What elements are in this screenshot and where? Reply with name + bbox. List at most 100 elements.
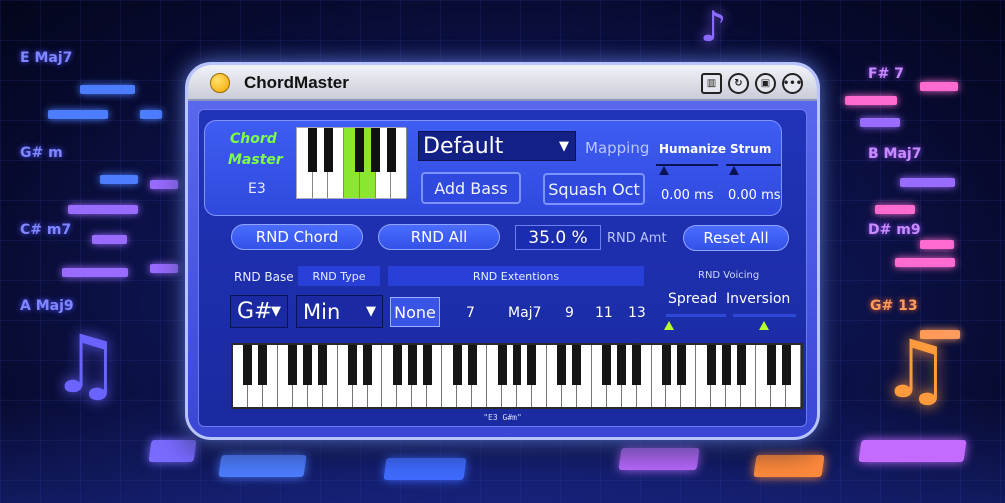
- chevron-down-icon: ▼: [366, 304, 376, 319]
- piano-black-key[interactable]: [243, 345, 253, 385]
- save-icon[interactable]: ▣: [755, 73, 776, 94]
- bg-floor-block: [383, 458, 467, 480]
- more-icon[interactable]: •••: [782, 73, 803, 94]
- piano-black-key[interactable]: [602, 345, 612, 385]
- mini-black-key[interactable]: [355, 128, 365, 172]
- extension-13-button[interactable]: 13: [628, 305, 646, 321]
- bg-chord-label: G# m: [20, 145, 63, 161]
- strum-label: Strum: [730, 142, 772, 156]
- bg-neon-bar: [845, 96, 897, 105]
- humanize-slider-handle[interactable]: [659, 166, 669, 175]
- rnd-amt-field[interactable]: 35.0 %: [515, 225, 601, 250]
- piano-keyboard[interactable]: [231, 343, 803, 409]
- piano-black-key[interactable]: [318, 345, 328, 385]
- voicing-spread-label: Spread: [668, 291, 718, 307]
- mini-black-key[interactable]: [371, 128, 381, 172]
- bg-neon-bar: [140, 110, 162, 119]
- piano-black-key[interactable]: [557, 345, 567, 385]
- piano-black-key[interactable]: [348, 345, 358, 385]
- bg-floor-block: [218, 455, 307, 477]
- piano-black-key[interactable]: [721, 345, 731, 385]
- mini-black-key[interactable]: [323, 128, 333, 172]
- bg-neon-bar: [62, 268, 128, 277]
- base-note-dropdown[interactable]: G# ▼: [230, 295, 288, 328]
- window-title: ChordMaster: [244, 73, 349, 92]
- piano-black-key[interactable]: [781, 345, 791, 385]
- voicing-inversion-label: Inversion: [726, 291, 791, 307]
- piano-black-key[interactable]: [303, 345, 313, 385]
- chord-type-value: Min: [303, 299, 341, 324]
- extension-7-button[interactable]: 7: [466, 305, 475, 321]
- refresh-icon[interactable]: ↻: [728, 73, 749, 94]
- add-bass-button[interactable]: Add Bass: [421, 172, 521, 204]
- piano-black-key[interactable]: [422, 345, 432, 385]
- bg-neon-bar: [48, 110, 108, 119]
- piano-black-key[interactable]: [617, 345, 627, 385]
- title-bar-icons: ▥ ↻ ▣ •••: [701, 73, 803, 94]
- logo-text-line1: Chord: [230, 131, 277, 147]
- rnd-chord-button[interactable]: RND Chord: [231, 224, 363, 250]
- piano-black-key[interactable]: [288, 345, 298, 385]
- mini-black-key[interactable]: [386, 128, 396, 172]
- squash-oct-button[interactable]: Squash Oct: [543, 173, 645, 205]
- bg-floor-block: [618, 448, 700, 470]
- chevron-down-icon: ▼: [271, 304, 281, 319]
- rnd-extentions-toggle[interactable]: RND Extentions: [388, 266, 644, 286]
- bg-floor-block: [753, 455, 825, 477]
- mini-black-key[interactable]: [308, 128, 318, 172]
- piano-icon[interactable]: ▥: [701, 73, 722, 94]
- extension-9-button[interactable]: 9: [565, 305, 574, 321]
- bg-floor-block: [148, 440, 197, 462]
- plugin-window: ChordMaster ▥ ↻ ▣ ••• Chord Master E3 De…: [185, 62, 820, 440]
- spread-slider[interactable]: [666, 314, 726, 317]
- piano-black-key[interactable]: [512, 345, 522, 385]
- piano-black-key[interactable]: [467, 345, 477, 385]
- bg-neon-bar: [875, 205, 915, 214]
- logo-text-line2: Master: [228, 152, 283, 168]
- bg-neon-bar: [860, 118, 900, 127]
- extension-maj7-button[interactable]: Maj7: [508, 305, 541, 321]
- piano-black-key[interactable]: [363, 345, 372, 385]
- rnd-type-toggle[interactable]: RND Type: [298, 266, 380, 286]
- reset-all-button[interactable]: Reset All: [683, 225, 789, 251]
- spread-slider-handle[interactable]: [664, 321, 674, 330]
- app-status-dot-icon[interactable]: [210, 73, 230, 93]
- piano-black-key[interactable]: [706, 345, 716, 385]
- humanize-label: Humanize: [659, 142, 726, 156]
- bg-neon-bar: [92, 235, 127, 244]
- bg-neon-bar: [920, 240, 954, 249]
- piano-black-key[interactable]: [736, 345, 746, 385]
- piano-black-key[interactable]: [632, 345, 642, 385]
- piano-black-key[interactable]: [661, 345, 671, 385]
- music-note-icon: ♫: [880, 323, 952, 416]
- title-bar: ChordMaster ▥ ↻ ▣ •••: [188, 65, 817, 101]
- piano-black-key[interactable]: [527, 345, 537, 385]
- piano-black-key[interactable]: [452, 345, 462, 385]
- mini-keyboard[interactable]: [296, 127, 407, 199]
- bg-chord-label: F# 7: [868, 66, 904, 82]
- chord-type-dropdown[interactable]: Min ▼: [296, 295, 383, 328]
- strum-slider-handle[interactable]: [729, 166, 739, 175]
- piano-black-key[interactable]: [676, 345, 686, 385]
- bg-chord-label: E Maj7: [20, 50, 73, 66]
- preset-dropdown[interactable]: Default ▼: [418, 131, 576, 161]
- extension-11-button[interactable]: 11: [595, 305, 613, 321]
- bg-neon-bar: [900, 178, 955, 187]
- strum-value: 0.00 ms: [728, 188, 781, 203]
- bg-neon-bar: [100, 175, 138, 184]
- inversion-slider[interactable]: [733, 314, 796, 317]
- chord-status-text: "E3 G#m": [483, 413, 522, 422]
- piano-black-key[interactable]: [392, 345, 402, 385]
- inversion-slider-handle[interactable]: [759, 321, 769, 330]
- music-note-icon: ♪: [700, 2, 727, 51]
- piano-black-key[interactable]: [497, 345, 507, 385]
- bg-floor-block: [858, 440, 967, 462]
- bg-chord-label: D# m9: [868, 222, 921, 238]
- extension-none-button[interactable]: None: [390, 297, 440, 327]
- bg-neon-bar: [150, 180, 178, 189]
- piano-black-key[interactable]: [407, 345, 417, 385]
- piano-black-key[interactable]: [766, 345, 776, 385]
- piano-black-key[interactable]: [572, 345, 582, 385]
- piano-black-key[interactable]: [258, 345, 268, 385]
- rnd-all-button[interactable]: RND All: [378, 224, 500, 250]
